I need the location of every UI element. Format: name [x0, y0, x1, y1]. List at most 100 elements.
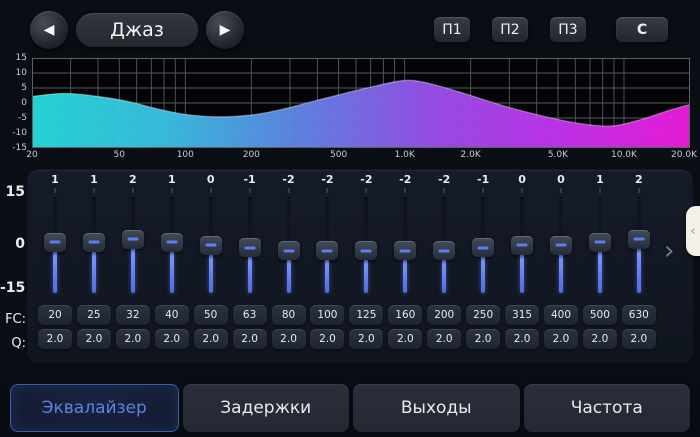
- slider-thumb[interactable]: [394, 241, 416, 260]
- band-q-chip[interactable]: 2.0: [466, 329, 500, 349]
- band-column-20: 1 20 2.0: [36, 172, 74, 349]
- y-axis-tick-label: 0: [0, 98, 27, 109]
- slider-thumb[interactable]: [472, 238, 494, 257]
- slider-thumb[interactable]: [433, 241, 455, 260]
- slider-thumb[interactable]: [278, 241, 300, 260]
- slider-thumb[interactable]: [122, 230, 144, 249]
- band-gain-slider[interactable]: [160, 193, 184, 297]
- band-q-chip[interactable]: 2.0: [622, 329, 656, 349]
- more-bands-chevron-icon[interactable]: ›: [664, 238, 674, 264]
- band-gain-slider[interactable]: [121, 193, 145, 297]
- band-gain-slider[interactable]: [393, 193, 417, 297]
- side-drawer-handle[interactable]: ‹: [686, 206, 700, 256]
- band-fc-chip[interactable]: 200: [427, 305, 461, 325]
- band-q-chip[interactable]: 2.0: [272, 329, 306, 349]
- band-gain-slider[interactable]: [82, 193, 106, 297]
- band-q-chip[interactable]: 2.0: [310, 329, 344, 349]
- reset-button[interactable]: C: [616, 17, 668, 42]
- memory-preset-button-3[interactable]: П3: [550, 17, 586, 42]
- band-q-chip[interactable]: 2.0: [583, 329, 617, 349]
- band-fc-chip[interactable]: 125: [349, 305, 383, 325]
- band-gain-slider[interactable]: [277, 193, 301, 297]
- band-gain-slider[interactable]: [238, 193, 262, 297]
- band-gain-slider[interactable]: [315, 193, 339, 297]
- band-columns: 1 20 2.0 1 25 2.0 2 32 2.0 1: [36, 172, 658, 349]
- band-q-chip[interactable]: 2.0: [77, 329, 111, 349]
- y-axis-tick-label: 10: [0, 68, 27, 79]
- slider-thumb[interactable]: [200, 236, 222, 255]
- band-fc-chip[interactable]: 32: [116, 305, 150, 325]
- preset-next-button[interactable]: ▶: [206, 11, 244, 49]
- band-fc-chip[interactable]: 25: [77, 305, 111, 325]
- slider-fill: [559, 253, 563, 293]
- band-q-chip[interactable]: 2.0: [116, 329, 150, 349]
- band-column-160: -2 160 2.0: [386, 172, 424, 349]
- slider-thumb[interactable]: [550, 236, 572, 255]
- slider-thumb[interactable]: [44, 233, 66, 252]
- slider-thumb[interactable]: [589, 233, 611, 252]
- band-gain-slider[interactable]: [588, 193, 612, 297]
- x-axis-tick-label: 200: [243, 150, 260, 160]
- band-gain-value: -2: [360, 172, 372, 187]
- slider-thumb[interactable]: [161, 233, 183, 252]
- slider-thumb[interactable]: [83, 233, 105, 252]
- band-fc-chip[interactable]: 400: [544, 305, 578, 325]
- tab-delays[interactable]: Задержки: [183, 384, 350, 432]
- band-fc-chip[interactable]: 40: [155, 305, 189, 325]
- band-fc-chip[interactable]: 63: [233, 305, 267, 325]
- slider-fill: [92, 250, 96, 293]
- band-fc-chip[interactable]: 100: [310, 305, 344, 325]
- band-q-chip[interactable]: 2.0: [505, 329, 539, 349]
- slider-fill: [248, 256, 252, 293]
- band-gain-slider[interactable]: [549, 193, 573, 297]
- band-gain-value: 1: [168, 172, 176, 187]
- slider-fill: [442, 259, 446, 293]
- tab-equalizer[interactable]: Эквалайзер: [10, 384, 179, 432]
- band-fc-chip[interactable]: 160: [388, 305, 422, 325]
- band-gain-value: -2: [321, 172, 333, 187]
- slider-fill: [287, 259, 291, 293]
- band-q-chip[interactable]: 2.0: [155, 329, 189, 349]
- bottom-tab-bar: ЭквалайзерЗадержкиВыходыЧастота: [10, 384, 690, 432]
- band-gain-value: -2: [438, 172, 450, 187]
- band-gain-slider[interactable]: [354, 193, 378, 297]
- tab-outputs[interactable]: Выходы: [353, 384, 520, 432]
- band-column-315: 0 315 2.0: [503, 172, 541, 349]
- slider-thumb[interactable]: [239, 238, 261, 257]
- band-fc-chip[interactable]: 250: [466, 305, 500, 325]
- slider-thumb[interactable]: [511, 236, 533, 255]
- band-q-chip[interactable]: 2.0: [544, 329, 578, 349]
- tab-frequency[interactable]: Частота: [524, 384, 691, 432]
- band-gain-value: 1: [596, 172, 604, 187]
- band-gain-slider[interactable]: [199, 193, 223, 297]
- band-gain-slider[interactable]: [432, 193, 456, 297]
- slider-thumb[interactable]: [316, 241, 338, 260]
- band-column-25: 1 25 2.0: [75, 172, 113, 349]
- band-q-chip[interactable]: 2.0: [427, 329, 461, 349]
- band-gain-slider[interactable]: [43, 193, 67, 297]
- x-axis-tick-label: 100: [177, 150, 194, 160]
- band-fc-chip[interactable]: 500: [583, 305, 617, 325]
- band-gain-slider[interactable]: [471, 193, 495, 297]
- band-column-125: -2 125 2.0: [347, 172, 385, 349]
- preset-selector[interactable]: Джаз: [76, 13, 198, 47]
- band-gain-slider[interactable]: [627, 193, 651, 297]
- band-fc-chip[interactable]: 315: [505, 305, 539, 325]
- band-q-chip[interactable]: 2.0: [194, 329, 228, 349]
- band-q-chip[interactable]: 2.0: [38, 329, 72, 349]
- preset-name: Джаз: [110, 19, 164, 41]
- band-fc-chip[interactable]: 80: [272, 305, 306, 325]
- band-gain-slider[interactable]: [510, 193, 534, 297]
- preset-prev-button[interactable]: ◀: [30, 11, 68, 49]
- slider-thumb[interactable]: [628, 230, 650, 249]
- slider-fill: [637, 247, 641, 293]
- band-q-chip[interactable]: 2.0: [388, 329, 422, 349]
- slider-thumb[interactable]: [355, 241, 377, 260]
- memory-preset-button-2[interactable]: П2: [492, 17, 528, 42]
- band-q-chip[interactable]: 2.0: [349, 329, 383, 349]
- band-q-chip[interactable]: 2.0: [233, 329, 267, 349]
- band-fc-chip[interactable]: 630: [622, 305, 656, 325]
- band-fc-chip[interactable]: 20: [38, 305, 72, 325]
- band-fc-chip[interactable]: 50: [194, 305, 228, 325]
- memory-preset-button-1[interactable]: П1: [434, 17, 470, 42]
